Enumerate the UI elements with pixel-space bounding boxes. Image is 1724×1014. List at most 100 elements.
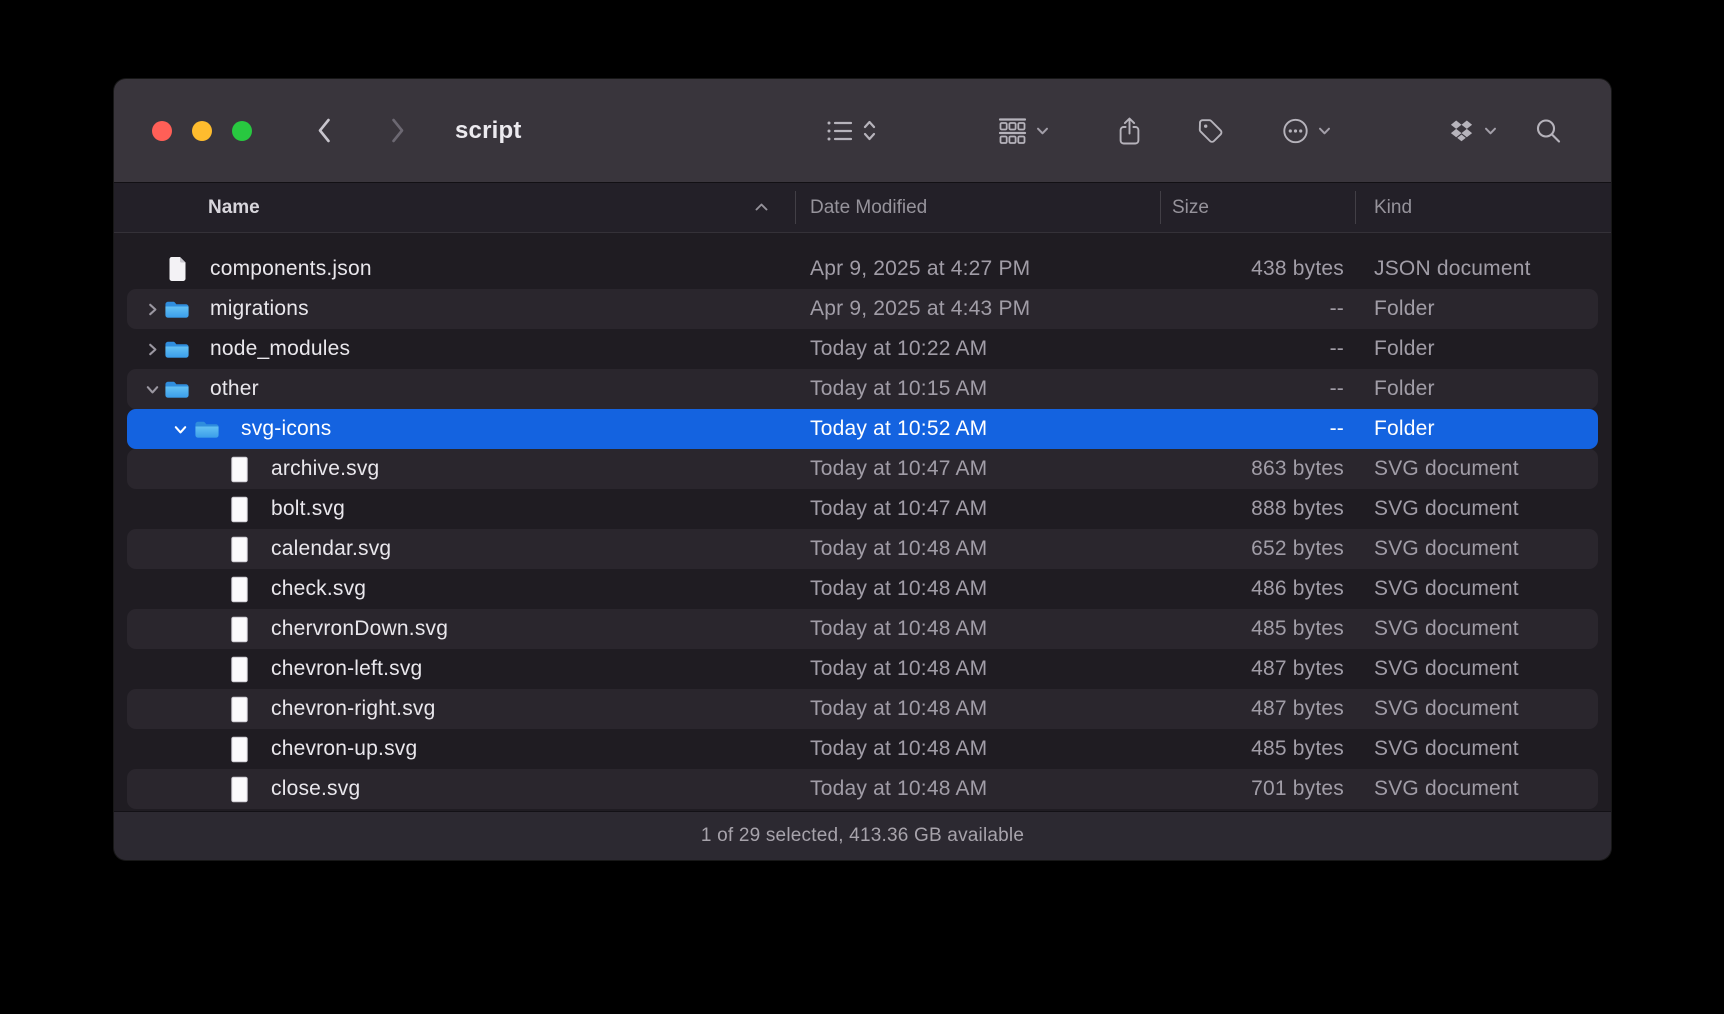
file-row-node_modules[interactable]: node_modulesToday at 10:22 AM--Folder bbox=[114, 329, 1611, 369]
minimize-window-button[interactable] bbox=[192, 121, 212, 141]
chevron-right-icon bbox=[145, 302, 160, 317]
column-header-name[interactable]: Name bbox=[208, 183, 260, 232]
forward-button[interactable] bbox=[388, 117, 408, 145]
file-icon bbox=[164, 296, 190, 322]
folder-icon bbox=[164, 379, 190, 400]
file-kind: SVG document bbox=[1374, 609, 1519, 649]
sort-ascending-icon[interactable] bbox=[754, 199, 769, 217]
disclosure-triangle[interactable] bbox=[144, 301, 160, 317]
file-kind: Folder bbox=[1374, 369, 1435, 409]
file-icon bbox=[164, 336, 190, 362]
file-date-modified: Today at 10:48 AM bbox=[810, 529, 987, 569]
file-row-migrations[interactable]: migrationsApr 9, 2025 at 4:43 PM--Folder bbox=[114, 289, 1611, 329]
up-down-chevrons-icon bbox=[863, 119, 876, 142]
file-icon bbox=[226, 536, 252, 562]
file-size: 701 bytes bbox=[1114, 769, 1344, 809]
file-row-chevron-up.svg[interactable]: chevron-up.svgToday at 10:48 AM485 bytes… bbox=[114, 729, 1611, 769]
tag-icon bbox=[1197, 117, 1224, 144]
file-name: components.json bbox=[210, 249, 372, 289]
file-name: close.svg bbox=[271, 769, 360, 809]
file-row-components.json[interactable]: components.jsonApr 9, 2025 at 4:27 PM438… bbox=[114, 249, 1611, 289]
chevron-down-icon bbox=[1318, 126, 1331, 135]
disclosure-triangle[interactable] bbox=[144, 341, 160, 357]
more-actions-button[interactable] bbox=[1282, 117, 1331, 144]
zoom-window-button[interactable] bbox=[232, 121, 252, 141]
file-icon bbox=[226, 656, 252, 682]
file-row-archive.svg[interactable]: archive.svgToday at 10:47 AM863 bytesSVG… bbox=[114, 449, 1611, 489]
disclosure-triangle[interactable] bbox=[144, 381, 160, 397]
disclosure-triangle[interactable] bbox=[172, 421, 188, 437]
file-size: 888 bytes bbox=[1114, 489, 1344, 529]
file-row-calendar.svg[interactable]: calendar.svgToday at 10:48 AM652 bytesSV… bbox=[114, 529, 1611, 569]
chevron-right-icon bbox=[145, 342, 160, 357]
file-size: 485 bytes bbox=[1114, 609, 1344, 649]
dropbox-button[interactable] bbox=[1448, 119, 1497, 142]
search-icon bbox=[1535, 117, 1562, 144]
file-size: 485 bytes bbox=[1114, 729, 1344, 769]
share-icon bbox=[1117, 116, 1142, 145]
column-divider[interactable] bbox=[1355, 191, 1356, 224]
file-row-chervronDown.svg[interactable]: chervronDown.svgToday at 10:48 AM485 byt… bbox=[114, 609, 1611, 649]
file-name: chevron-left.svg bbox=[271, 649, 422, 689]
file-name: svg-icons bbox=[241, 409, 332, 449]
chevron-right-icon bbox=[390, 117, 406, 144]
file-icon bbox=[226, 456, 252, 482]
file-size: -- bbox=[1114, 329, 1344, 369]
file-row-svg-icons[interactable]: svg-iconsToday at 10:52 AM--Folder bbox=[114, 409, 1611, 449]
column-header-bar: Name Date Modified Size Kind bbox=[114, 183, 1611, 233]
file-row-other[interactable]: otherToday at 10:15 AM--Folder bbox=[114, 369, 1611, 409]
file-name: calendar.svg bbox=[271, 529, 391, 569]
file-row-chevron-left.svg[interactable]: chevron-left.svgToday at 10:48 AM487 byt… bbox=[114, 649, 1611, 689]
svg-document-icon bbox=[229, 576, 250, 603]
column-header-date-modified[interactable]: Date Modified bbox=[810, 183, 927, 232]
search-button[interactable] bbox=[1535, 117, 1562, 144]
back-button[interactable] bbox=[314, 117, 334, 145]
file-size: -- bbox=[1114, 369, 1344, 409]
share-button[interactable] bbox=[1117, 116, 1142, 145]
file-icon bbox=[226, 496, 252, 522]
file-name: check.svg bbox=[271, 569, 366, 609]
file-name: other bbox=[210, 369, 259, 409]
file-icon bbox=[164, 376, 190, 402]
file-icon bbox=[226, 576, 252, 602]
file-row-check.svg[interactable]: check.svgToday at 10:48 AM486 bytesSVG d… bbox=[114, 569, 1611, 609]
column-divider[interactable] bbox=[795, 191, 796, 224]
file-row-bolt.svg[interactable]: bolt.svgToday at 10:47 AM888 bytesSVG do… bbox=[114, 489, 1611, 529]
file-kind: Folder bbox=[1374, 329, 1435, 369]
group-view-icon bbox=[998, 117, 1027, 144]
svg-document-icon bbox=[229, 656, 250, 683]
file-date-modified: Today at 10:22 AM bbox=[810, 329, 987, 369]
file-icon bbox=[194, 416, 220, 442]
folder-icon bbox=[164, 299, 190, 320]
finder-window: script bbox=[114, 79, 1611, 860]
svg-document-icon bbox=[229, 736, 250, 763]
file-kind: Folder bbox=[1374, 289, 1435, 329]
status-bar: 1 of 29 selected, 413.36 GB available bbox=[114, 811, 1611, 860]
group-by-button[interactable] bbox=[998, 117, 1049, 144]
file-size: 438 bytes bbox=[1114, 249, 1344, 289]
file-size: 487 bytes bbox=[1114, 649, 1344, 689]
svg-document-icon bbox=[229, 616, 250, 643]
column-header-kind[interactable]: Kind bbox=[1374, 183, 1412, 232]
chevron-down-icon bbox=[1484, 126, 1497, 135]
file-date-modified: Today at 10:48 AM bbox=[810, 609, 987, 649]
chevron-down-icon bbox=[173, 422, 188, 437]
file-kind: Folder bbox=[1374, 409, 1435, 449]
view-options-button[interactable] bbox=[826, 119, 876, 143]
file-row-close.svg[interactable]: close.svgToday at 10:48 AM701 bytesSVG d… bbox=[114, 769, 1611, 809]
file-date-modified: Apr 9, 2025 at 4:43 PM bbox=[810, 289, 1030, 329]
svg-document-icon bbox=[229, 456, 250, 483]
tag-button[interactable] bbox=[1197, 117, 1224, 144]
file-size: -- bbox=[1114, 409, 1344, 449]
desktop: { "window": { "title": "script" }, "tool… bbox=[0, 0, 1724, 1014]
column-divider[interactable] bbox=[1160, 191, 1161, 224]
file-kind: SVG document bbox=[1374, 649, 1519, 689]
file-date-modified: Today at 10:48 AM bbox=[810, 729, 987, 769]
svg-document-icon bbox=[229, 496, 250, 523]
close-window-button[interactable] bbox=[152, 121, 172, 141]
column-header-size[interactable]: Size bbox=[1172, 183, 1209, 232]
file-row-chevron-right.svg[interactable]: chevron-right.svgToday at 10:48 AM487 by… bbox=[114, 689, 1611, 729]
file-size: 487 bytes bbox=[1114, 689, 1344, 729]
dropbox-icon bbox=[1448, 119, 1475, 142]
file-size: 652 bytes bbox=[1114, 529, 1344, 569]
